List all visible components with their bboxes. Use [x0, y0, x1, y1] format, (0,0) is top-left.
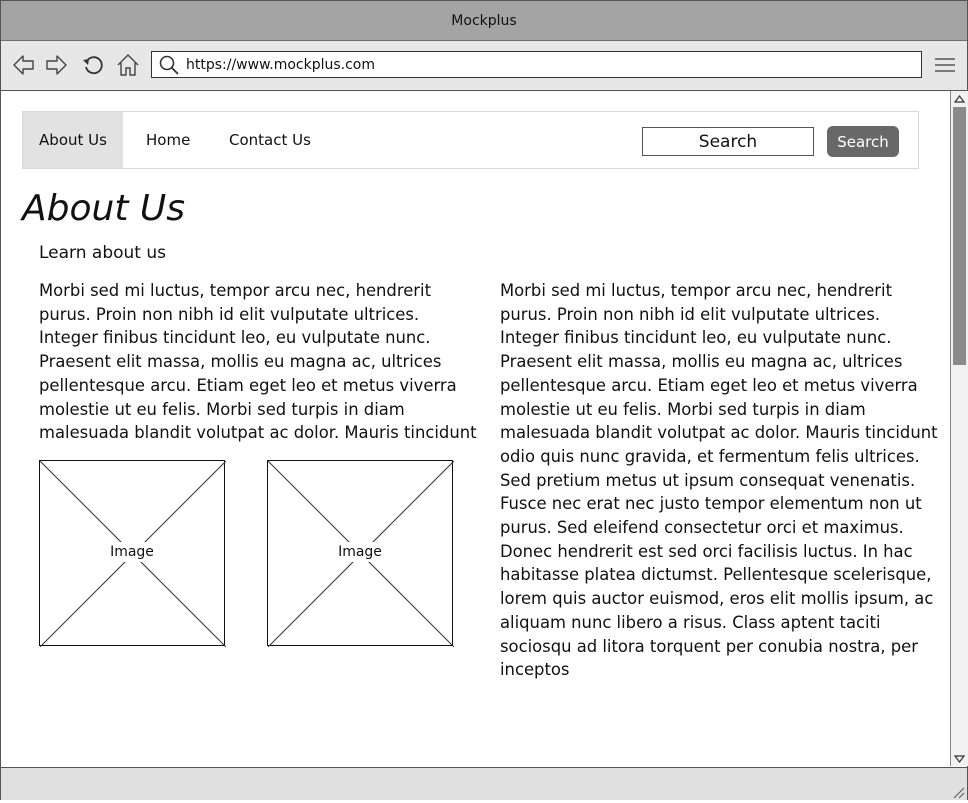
- left-paragraph: Morbi sed mi luctus, tempor arcu nec, he…: [39, 281, 477, 443]
- page-viewport: About Us Home Contact Us Search Search A…: [2, 91, 949, 766]
- forward-icon[interactable]: [43, 52, 69, 78]
- search-input-text: Search: [698, 131, 758, 152]
- home-icon[interactable]: [115, 52, 141, 78]
- page-subtitle: Learn about us: [39, 243, 167, 263]
- site-search-input[interactable]: Search: [642, 127, 814, 156]
- image-caption: Image: [334, 542, 386, 562]
- nav-item-home[interactable]: Home: [146, 112, 190, 168]
- search-icon: [158, 54, 180, 76]
- browser-window: Mockplus https://www.mockplus.com About …: [0, 0, 968, 800]
- site-search-button[interactable]: Search: [827, 126, 899, 157]
- scrollbar-thumb[interactable]: [953, 107, 966, 365]
- refresh-icon[interactable]: [80, 52, 106, 78]
- browser-toolbar: https://www.mockplus.com: [1, 41, 967, 91]
- nav-item-label: Contact Us: [229, 131, 311, 149]
- right-paragraph: Morbi sed mi luctus, tempor arcu nec, he…: [500, 281, 938, 680]
- window-titlebar: Mockplus: [1, 1, 967, 41]
- page-title: About Us: [22, 188, 185, 229]
- nav-item-about-us[interactable]: About Us: [23, 112, 123, 168]
- image-placeholder: Image: [39, 460, 226, 647]
- scroll-down-arrow-icon[interactable]: [951, 751, 968, 766]
- address-bar[interactable]: https://www.mockplus.com: [151, 51, 922, 78]
- site-navbar: About Us Home Contact Us Search Search: [22, 111, 919, 169]
- hamburger-menu-icon[interactable]: [935, 56, 955, 74]
- url-text: https://www.mockplus.com: [186, 56, 375, 73]
- image-caption: Image: [106, 542, 158, 562]
- back-icon[interactable]: [11, 52, 37, 78]
- nav-item-contact-us[interactable]: Contact Us: [229, 112, 311, 168]
- scroll-up-arrow-icon[interactable]: [951, 91, 968, 106]
- window-title: Mockplus: [451, 12, 517, 29]
- nav-item-label: Home: [146, 131, 191, 149]
- nav-item-label: About Us: [39, 131, 107, 149]
- resize-grip-icon[interactable]: [951, 784, 965, 799]
- vertical-scrollbar[interactable]: [950, 91, 968, 766]
- image-placeholder: Image: [267, 460, 454, 647]
- search-button-label: Search: [837, 132, 889, 151]
- status-bar: [1, 767, 967, 800]
